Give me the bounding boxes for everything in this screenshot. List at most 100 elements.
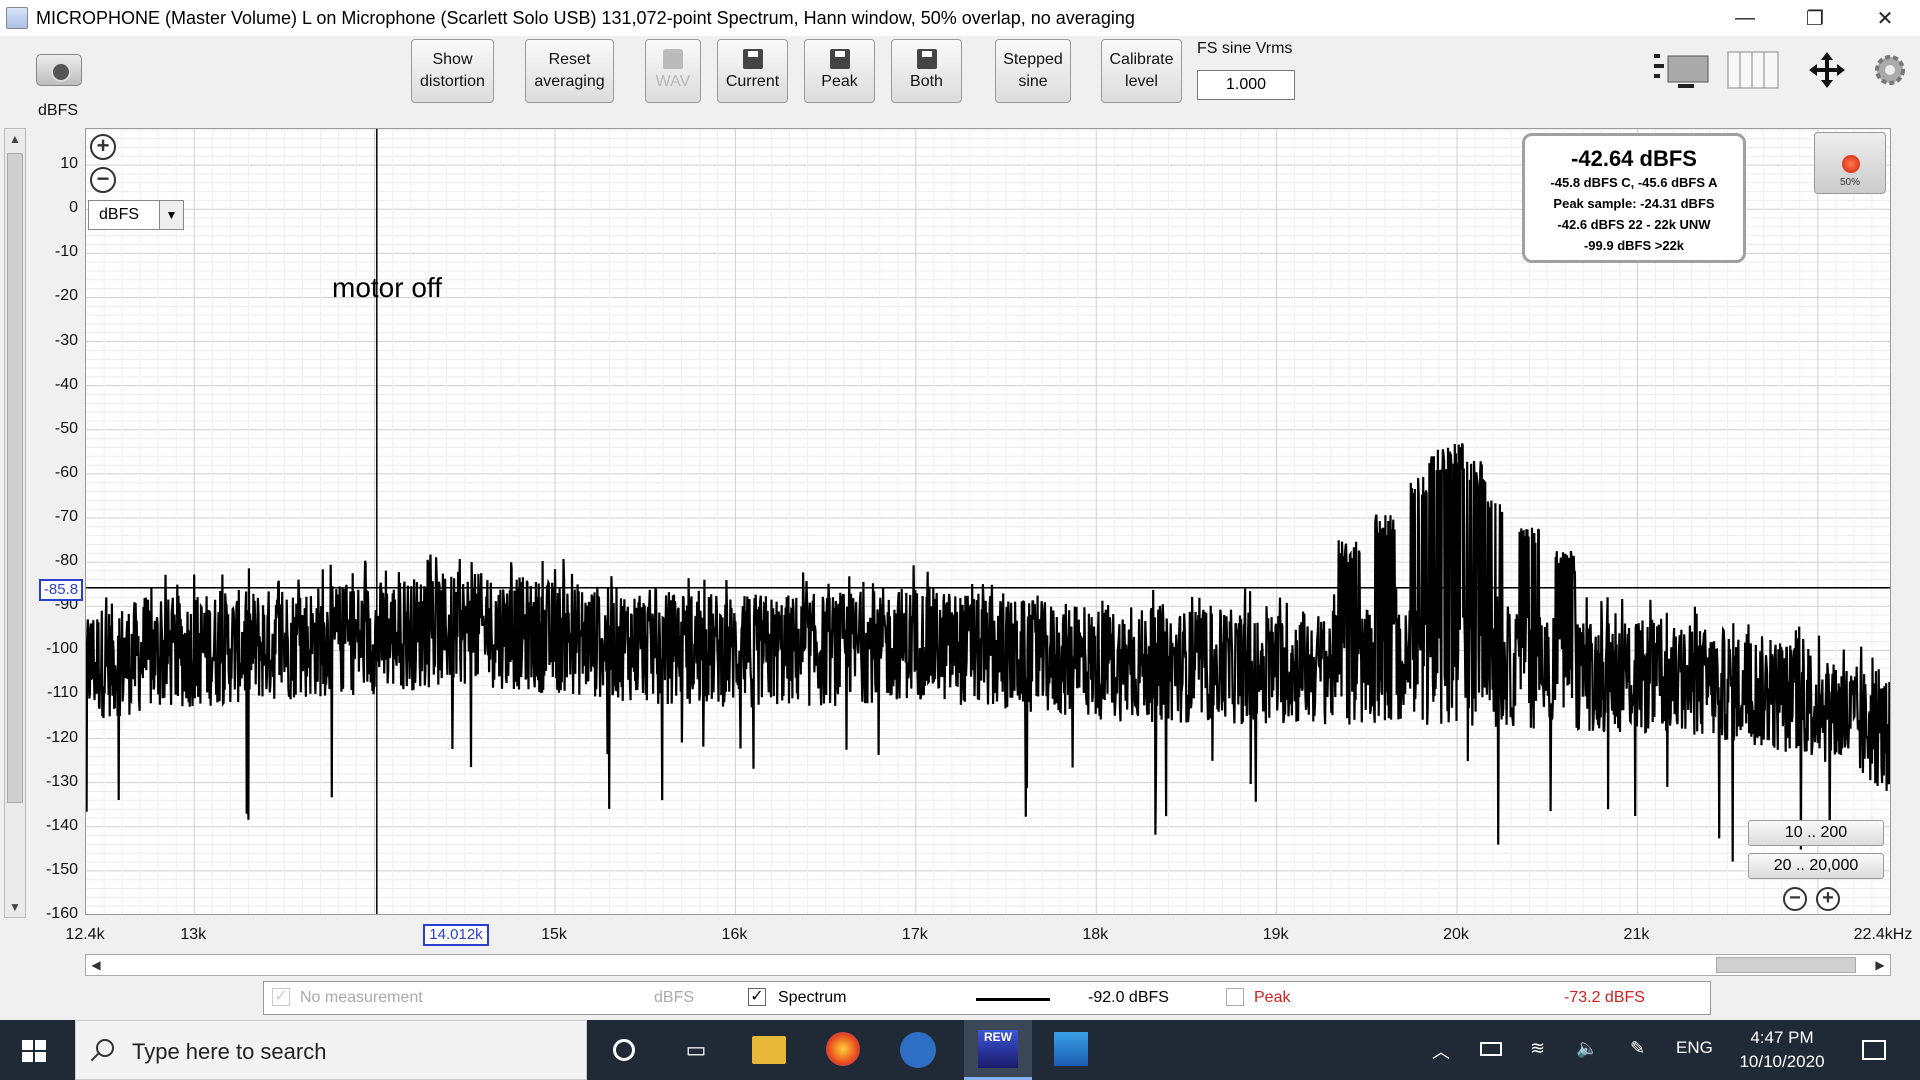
record-button[interactable]: 50% <box>1814 132 1886 194</box>
cursor-x-readout: 14.012k <box>423 924 489 946</box>
no-measurement-unit: dBFS <box>654 989 695 1006</box>
restore-button[interactable]: ❐ <box>1780 0 1850 36</box>
y-tick-label: 10 <box>60 155 78 173</box>
plot-annotation: motor off <box>332 272 442 303</box>
range-button-10-200[interactable]: 10 .. 200 <box>1748 820 1884 846</box>
level-line-3: -42.6 dBFS 22 - 22k UNW <box>1557 217 1711 232</box>
scroll-left-arrow[interactable]: ◀ <box>86 955 106 975</box>
y-tick-label: -130 <box>45 772 78 790</box>
chevron-down-icon[interactable]: ▼ <box>159 201 183 229</box>
zoom-out-icon[interactable]: − <box>90 167 116 193</box>
firefox-icon[interactable] <box>826 1032 860 1066</box>
peak-label: Peak <box>1254 989 1291 1006</box>
y-tick-label: -120 <box>45 728 78 746</box>
calibrate-level-button[interactable]: Calibrate level <box>1101 39 1182 103</box>
level-line-4: -99.9 dBFS >22k <box>1583 238 1685 253</box>
language-indicator[interactable]: ENG <box>1676 1038 1713 1058</box>
y-tick-label: -160 <box>45 905 78 922</box>
legend-bar: ✓ No measurement dBFS ✓ Spectrum -92.0 d… <box>263 981 1711 1015</box>
taskbar-search[interactable]: Type here to search <box>75 1020 587 1080</box>
x-tick-label: 19k <box>1262 926 1289 943</box>
window-title: MICROPHONE (Master Volume) L on Micropho… <box>36 7 1135 28</box>
photos-icon[interactable] <box>1054 1032 1088 1066</box>
zoom-out-x-icon[interactable]: − <box>1783 887 1807 911</box>
toolbar: Show distortion Reset averaging WAV Curr… <box>0 36 1920 124</box>
save-icon <box>742 49 763 69</box>
zoom-in-x-icon[interactable]: + <box>1816 887 1840 911</box>
notification-icon[interactable] <box>1862 1040 1886 1060</box>
grid-columns-icon[interactable] <box>1726 50 1782 90</box>
no-measurement-checkbox[interactable]: ✓ <box>272 988 290 1006</box>
show-distortion-button[interactable]: Show distortion <box>411 39 494 103</box>
x-tick-label: 13k <box>180 926 207 943</box>
minimize-button[interactable]: — <box>1710 0 1780 36</box>
y-tick-label: -30 <box>54 331 78 349</box>
rew-icon: REW <box>978 1030 1018 1068</box>
y-tick-label: -40 <box>54 375 78 393</box>
reset-averaging-button[interactable]: Reset averaging <box>525 39 614 103</box>
clock-time: 4:47 PM <box>1750 1028 1814 1047</box>
y-tick-label: -110 <box>47 684 78 702</box>
volume-icon[interactable]: 🔈 <box>1576 1038 1598 1059</box>
x-tick-label: 16k <box>721 926 748 943</box>
range-button-20-20000[interactable]: 20 .. 20,000 <box>1748 853 1884 879</box>
pen-icon[interactable]: ✎ <box>1630 1038 1645 1059</box>
fs-sine-label: FS sine Vrms <box>1197 40 1293 57</box>
y-tick-label: -70 <box>54 508 78 525</box>
scroll-right-arrow[interactable]: ▶ <box>1870 955 1890 975</box>
folder-icon <box>663 49 683 69</box>
y-tick-label: -50 <box>54 419 78 437</box>
tray-chevron-up-icon[interactable]: ︿ <box>1432 1038 1450 1064</box>
y-tick-label: -10 <box>54 243 78 261</box>
move-arrows-icon[interactable] <box>1800 50 1854 90</box>
graph-layout-icon[interactable] <box>1652 50 1712 90</box>
windows-start-icon[interactable] <box>22 1040 46 1062</box>
save-current-button[interactable]: Current <box>717 39 788 103</box>
x-tick-label: 21k <box>1623 926 1650 943</box>
y-tick-label: -150 <box>45 860 78 878</box>
cortana-icon[interactable] <box>604 1030 644 1070</box>
save-peak-button[interactable]: Peak <box>804 39 875 103</box>
scroll-up-arrow[interactable]: ▲ <box>5 129 25 149</box>
x-tick-label: 22.4kHz <box>1853 926 1913 943</box>
y-tick-label: -80 <box>54 552 78 570</box>
stepped-sine-button[interactable]: Stepped sine <box>995 39 1071 103</box>
task-view-icon[interactable]: ▭ <box>676 1030 716 1070</box>
no-measurement-label: No measurement <box>300 989 423 1006</box>
spectrum-checkbox[interactable]: ✓ <box>748 988 766 1006</box>
level-main: -42.64 dBFS <box>1571 146 1697 171</box>
record-percent: 50% <box>1839 177 1860 188</box>
peak-value: -73.2 dBFS <box>1564 989 1645 1006</box>
mail-icon[interactable] <box>900 1032 936 1068</box>
wav-button[interactable]: WAV <box>645 39 701 103</box>
search-icon <box>96 1039 114 1057</box>
file-explorer-icon[interactable] <box>752 1036 786 1064</box>
cursor-y-readout: -85.8 <box>39 579 83 601</box>
unit-dropdown[interactable]: dBFS ▼ <box>88 200 184 230</box>
close-button[interactable]: ✕ <box>1850 0 1920 36</box>
y-tick-label: -100 <box>45 640 78 658</box>
y-tick-label: -60 <box>54 463 78 481</box>
horizontal-scrollbar[interactable]: ◀ ▶ <box>85 954 1891 976</box>
battery-icon[interactable] <box>1480 1042 1502 1056</box>
level-line-1: -45.8 dBFS C, -45.6 dBFS A <box>1550 175 1718 190</box>
taskbar: Type here to search ▭ REW ︿ ≋ 🔈 ✎ ENG 4:… <box>0 1020 1920 1080</box>
x-tick-label: 17k <box>901 926 928 943</box>
spectrum-value: -92.0 dBFS <box>1088 989 1169 1006</box>
zoom-in-icon[interactable]: + <box>90 134 116 160</box>
fs-sine-input[interactable]: 1.000 <box>1197 70 1295 100</box>
record-icon <box>1842 155 1860 173</box>
rew-window: MICROPHONE (Master Volume) L on Micropho… <box>0 0 1920 1080</box>
wifi-icon[interactable]: ≋ <box>1530 1038 1545 1059</box>
save-icon <box>829 49 850 69</box>
x-tick-label: 15k <box>541 926 567 943</box>
camera-icon[interactable] <box>36 54 82 86</box>
peak-checkbox[interactable] <box>1226 988 1244 1006</box>
rew-taskbar-item[interactable]: REW <box>964 1020 1032 1080</box>
clock[interactable]: 4:47 PM 10/10/2020 <box>1720 1026 1844 1074</box>
spectrum-label: Spectrum <box>778 989 847 1006</box>
scroll-thumb[interactable] <box>1716 957 1856 973</box>
gear-icon[interactable] <box>1872 50 1908 90</box>
save-both-button[interactable]: Both <box>891 39 962 103</box>
clock-date: 10/10/2020 <box>1739 1052 1825 1071</box>
